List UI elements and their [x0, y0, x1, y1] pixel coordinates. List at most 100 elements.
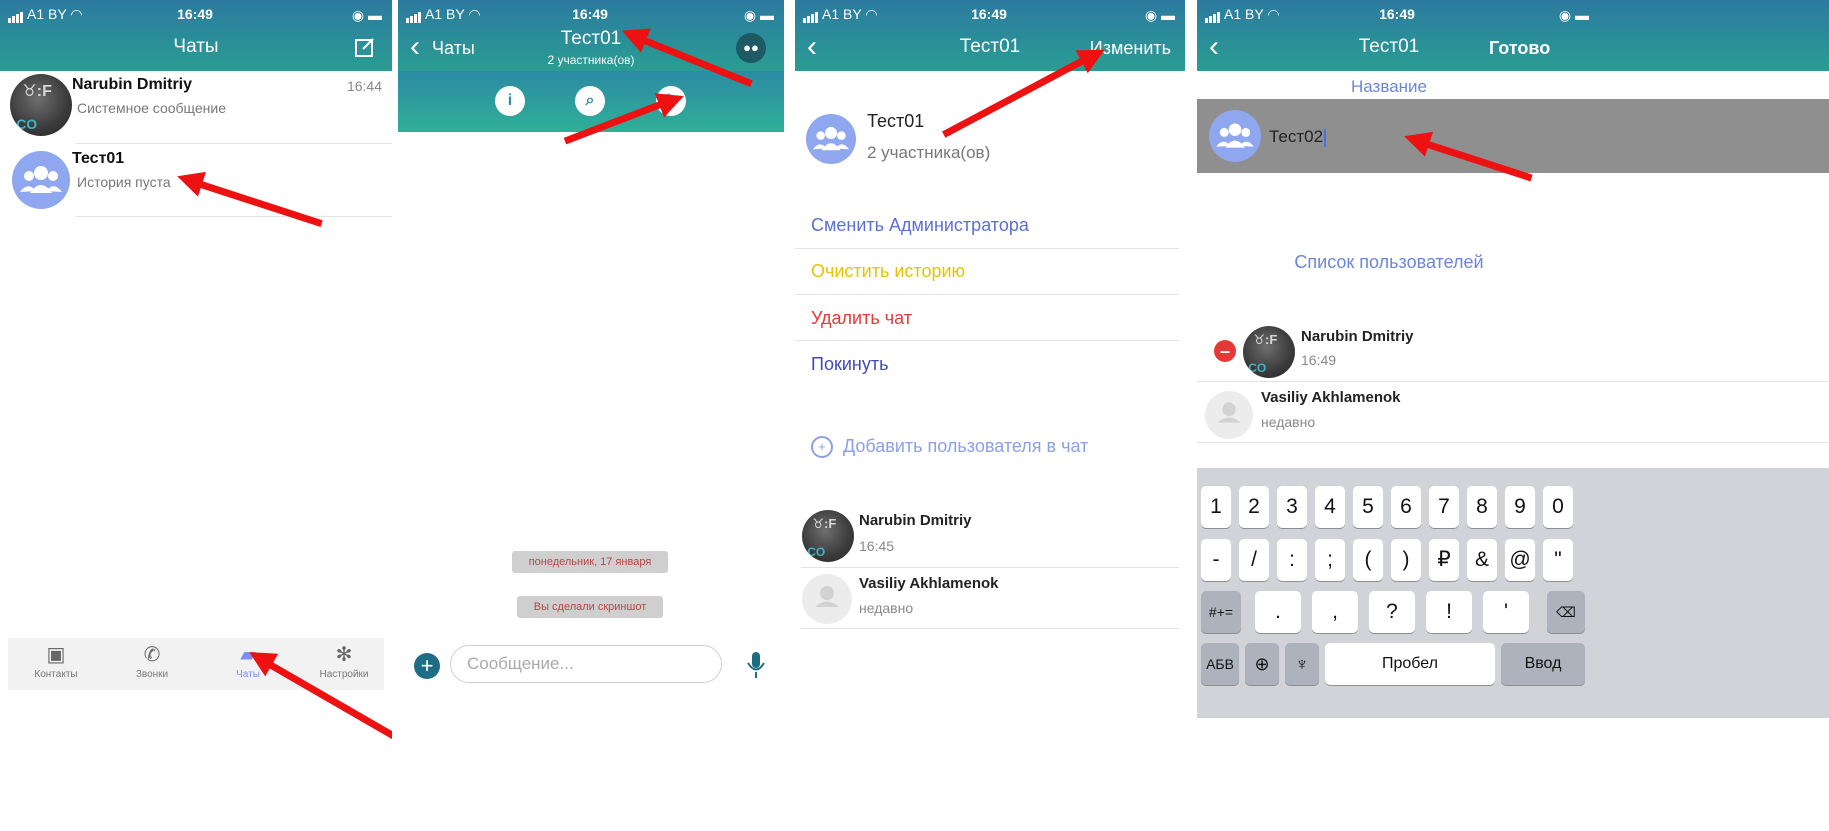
delete-chat-button[interactable]: Удалить чат	[811, 308, 912, 329]
status-bar: A1 BY ◠ 16:49 ◉ ▬	[8, 6, 382, 24]
keyboard: 1234567890 - /:;() ₽ & @ " #+= .,?! ' ⌫ АБВ ⊕ …	[1197, 468, 1829, 718]
status-bar: A1 BY ◠ 16:49 ◉ ▬	[406, 6, 774, 24]
key-symbol-10[interactable]: "	[1543, 539, 1573, 581]
users-section-title: Список пользователей	[1294, 252, 1484, 272]
key-symbol-8[interactable]: &	[1467, 539, 1497, 581]
globe-icon[interactable]: ⊕	[1245, 643, 1279, 685]
screen-chats-list: A1 BY ◠ 16:49 ◉ ▬ Чаты ♉:F CO Narubin Dm…	[0, 0, 392, 831]
divider	[795, 248, 1179, 249]
tab-calls[interactable]: ✆ Звонки	[104, 638, 200, 690]
chat-time: 16:44	[346, 78, 382, 94]
key-symbol-6[interactable]: )	[1391, 539, 1421, 581]
tab-contacts[interactable]: ▣ Контакты	[8, 638, 104, 690]
add-user-label: Добавить пользователя в чат	[843, 436, 1089, 456]
tab-settings[interactable]: ✻ Настройки	[296, 638, 392, 690]
member-name[interactable]: Narubin Dmitriy	[859, 512, 972, 529]
compose-icon[interactable]	[354, 36, 376, 58]
key-symbols[interactable]: #+=	[1201, 591, 1241, 633]
key-symbol-3[interactable]: :	[1277, 539, 1307, 581]
key-digit-1[interactable]: 1	[1201, 486, 1231, 528]
chat-name: Тест01	[867, 111, 925, 131]
tab-label: Контакты	[34, 669, 78, 680]
key-digit-8[interactable]: 8	[1467, 486, 1497, 528]
member-name[interactable]: Narubin Dmitriy	[1301, 328, 1414, 345]
message-input[interactable]: Сообщение...	[450, 645, 722, 683]
key-digit-6[interactable]: 6	[1391, 486, 1421, 528]
screen-conversation: A1 BY ◠ 16:49 ◉ ▬ ‹ Чаты Тест01 2 участн…	[398, 0, 784, 831]
name-section-title: Название	[1351, 77, 1427, 96]
nav-bar: A1 BY ◠ 16:49 ◉ ▬ ‹ Тест01 Изменить	[795, 0, 1185, 71]
attach-plus-icon[interactable]: +	[414, 653, 440, 679]
key-digit-7[interactable]: 7	[1429, 486, 1459, 528]
key-punct-3[interactable]: ?	[1369, 591, 1415, 633]
member-name[interactable]: Vasiliy Akhlamenok	[1261, 389, 1401, 406]
key-digit-4[interactable]: 4	[1315, 486, 1345, 528]
member-status: 16:45	[859, 538, 895, 554]
user-placeholder-icon	[1205, 391, 1253, 439]
screen-chat-info: A1 BY ◠ 16:49 ◉ ▬ ‹ Тест01 Изменить Тест…	[795, 0, 1185, 831]
group-avatar-icon	[806, 114, 856, 164]
key-letters[interactable]: АБВ	[1201, 643, 1239, 685]
enter-key[interactable]: Ввод	[1501, 643, 1585, 685]
nav-bar: A1 BY ◠ 16:49 ◉ ▬ Чаты	[0, 0, 392, 71]
nav-bar: A1 BY ◠ 16:49 ◉ ▬ ‹ Тест01 Готово	[1197, 0, 1829, 71]
avatar: ♉:F CO	[802, 510, 854, 562]
group-avatar-icon	[1209, 110, 1261, 162]
key-punct-4[interactable]: !	[1426, 591, 1472, 633]
key-symbol-9[interactable]: @	[1505, 539, 1535, 581]
chat-row-narubin[interactable]: ♉:F CO Narubin Dmitriy 16:44 Системное с…	[0, 72, 392, 146]
search-icon[interactable]: ⌕	[575, 86, 605, 116]
avatar: ♉:F CO	[1243, 326, 1295, 378]
divider	[801, 628, 1179, 629]
microphone-icon[interactable]	[743, 650, 769, 680]
key-digit-5[interactable]: 5	[1353, 486, 1383, 528]
text-caret	[1324, 128, 1327, 147]
space-key[interactable]: Пробел	[1325, 643, 1495, 685]
key-digit-10[interactable]: 0	[1543, 486, 1573, 528]
status-bar: A1 BY ◠ 16:49 ◉ ▬	[1205, 6, 1589, 24]
status-time: 16:49	[1379, 6, 1415, 22]
key-digit-3[interactable]: 3	[1277, 486, 1307, 528]
chat-name: Narubin Dmitriy	[72, 76, 193, 93]
add-user-button[interactable]: + Добавить пользователя в чат	[811, 436, 1089, 459]
backspace-icon[interactable]: ⌫	[1547, 591, 1585, 633]
group-avatar-icon[interactable]: ●●	[736, 33, 766, 63]
remove-member-icon[interactable]: –	[1214, 340, 1236, 362]
divider	[795, 340, 1179, 341]
divider	[1197, 381, 1829, 382]
key-symbol-7[interactable]: ₽	[1429, 539, 1459, 581]
battery-icon: ◉ ▬	[351, 7, 382, 23]
change-admin-button[interactable]: Сменить Администратора	[811, 215, 1029, 236]
key-symbol-5[interactable]: (	[1353, 539, 1383, 581]
tab-bar: ▣ Контакты ✆ Звонки ▰ Чаты ✻ Настройки	[8, 638, 384, 690]
chat-subtitle: 2 участника(ов)	[547, 53, 635, 67]
battery-icon: ◉ ▬	[743, 7, 774, 23]
key-punct-5[interactable]: '	[1483, 591, 1529, 633]
nav-bar: A1 BY ◠ 16:49 ◉ ▬ ‹ Чаты Тест01 2 участн…	[398, 0, 784, 71]
name-input[interactable]: Тест02	[1269, 127, 1327, 147]
key-symbol-1[interactable]: -	[1201, 539, 1231, 581]
gear-icon: ✻	[335, 644, 353, 666]
chat-title[interactable]: Тест01	[398, 28, 784, 50]
key-punct-2[interactable]: ,	[1312, 591, 1358, 633]
chat-name: Тест01	[72, 150, 125, 167]
battery-icon: ◉ ▬	[1144, 7, 1175, 23]
done-button[interactable]: Готово	[1489, 38, 1550, 59]
member-name[interactable]: Vasiliy Akhlamenok	[859, 575, 999, 592]
info-icon[interactable]: i	[495, 86, 525, 116]
key-digit-9[interactable]: 9	[1505, 486, 1535, 528]
screen-edit-chat: A1 BY ◠ 16:49 ◉ ▬ ‹ Тест01 Готово Назван…	[1197, 0, 1829, 831]
name-field[interactable]: Тест02	[1197, 99, 1829, 173]
key-digit-2[interactable]: 2	[1239, 486, 1269, 528]
status-time: 16:49	[572, 6, 608, 22]
key-punct-1[interactable]: .	[1255, 591, 1301, 633]
leave-button[interactable]: Покинуть	[811, 354, 888, 375]
clear-history-button[interactable]: Очистить историю	[811, 261, 965, 282]
key-symbol-4[interactable]: ;	[1315, 539, 1345, 581]
divider	[795, 294, 1179, 295]
microphone-icon[interactable]: ♆	[1285, 643, 1319, 685]
divider	[76, 143, 392, 144]
group-avatar-icon	[12, 151, 70, 209]
tab-label: Звонки	[135, 669, 169, 680]
key-symbol-2[interactable]: /	[1239, 539, 1269, 581]
